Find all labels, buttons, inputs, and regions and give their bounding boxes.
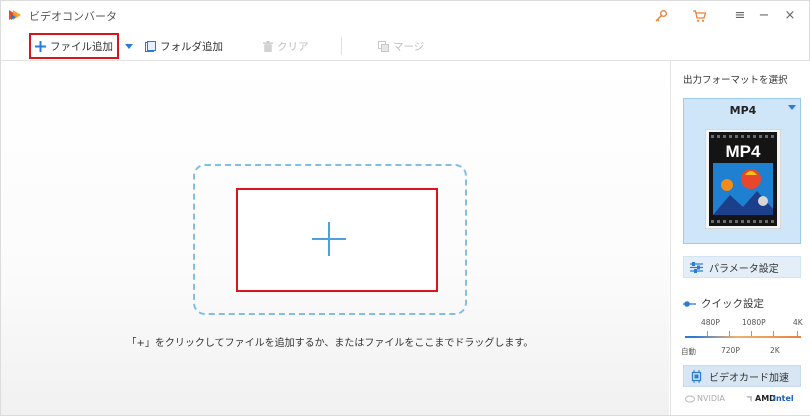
amd-arrow-icon <box>746 395 752 402</box>
gpu-acceleration-label: ビデオカード加速 <box>709 372 789 384</box>
toolbar-divider <box>341 37 342 55</box>
quality-480p: 480P <box>701 318 720 327</box>
quality-slider[interactable] <box>685 336 801 338</box>
intel-logo: Intel <box>773 394 794 403</box>
trash-icon <box>263 40 273 52</box>
add-folder-button[interactable]: フォルダ追加 <box>145 36 223 56</box>
amd-logo: AMD <box>745 394 776 403</box>
format-name: MP4 <box>729 104 757 117</box>
add-plus-icon-vertical[interactable] <box>328 222 330 256</box>
close-icon[interactable]: × <box>780 6 800 26</box>
quick-slider-icon <box>683 300 696 307</box>
chip-icon <box>691 369 702 383</box>
merge-button[interactable]: マージ <box>378 36 424 56</box>
plus-icon <box>35 40 46 52</box>
add-folder-label: フォルダ追加 <box>160 40 223 53</box>
app-window: ビデオコンバータ ≡ − × ファイル追加 フォルダ追加 クリア マージ 「+」… <box>0 0 810 416</box>
title-bar: ビデオコンバータ ≡ − × <box>1 1 809 31</box>
gpu-acceleration-button[interactable]: ビデオカード加速 <box>683 365 801 387</box>
quality-tick <box>751 331 752 336</box>
merge-icon <box>378 40 389 52</box>
drop-hint-text: 「+」をクリックしてファイルを追加するか、またはファイルをここまでドラッグします… <box>126 338 534 349</box>
output-format-label: 出力フォーマットを選択 <box>683 75 788 86</box>
quality-tick <box>773 331 774 336</box>
quality-720p: 720P <box>721 346 740 355</box>
app-title: ビデオコンバータ <box>29 10 117 23</box>
output-panel: 出力フォーマットを選択 MP4 MP4 パラメータ設定 クイック設定 480P … <box>670 61 810 415</box>
quick-settings-label: クイック設定 <box>701 298 764 310</box>
quick-settings-heading: クイック設定 <box>683 296 764 311</box>
clear-label: クリア <box>277 40 309 53</box>
mp4-icon-text: MP4 <box>726 142 762 161</box>
format-dropdown-icon[interactable] <box>788 105 796 110</box>
folder-icon <box>145 40 156 52</box>
cart-icon[interactable] <box>690 7 708 25</box>
quality-4k: 4K <box>793 318 803 327</box>
merge-label: マージ <box>393 40 425 53</box>
add-file-label: ファイル追加 <box>50 40 113 53</box>
parameter-settings-button[interactable]: パラメータ設定 <box>683 256 801 278</box>
clear-button[interactable]: クリア <box>263 36 309 56</box>
format-selector[interactable]: MP4 MP4 <box>683 98 801 244</box>
quality-2k: 2K <box>770 346 780 355</box>
quality-auto: 自動 <box>681 347 696 356</box>
quality-tick <box>729 331 730 336</box>
nvidia-logo: NVIDIA <box>685 394 725 403</box>
add-file-target[interactable] <box>236 188 438 292</box>
nvidia-eye-icon <box>685 394 695 403</box>
quality-1080p: 1080P <box>742 318 766 327</box>
file-drop-area[interactable]: 「+」をクリックしてファイルを追加するか、またはファイルをここまでドラッグします… <box>1 61 669 415</box>
add-file-button[interactable]: ファイル追加 <box>29 33 119 59</box>
app-logo-icon <box>9 10 21 20</box>
parameter-settings-label: パラメータ設定 <box>709 263 779 275</box>
key-icon[interactable] <box>652 7 670 25</box>
quality-tick <box>707 331 708 336</box>
mp4-file-icon: MP4 <box>705 129 781 229</box>
minimize-icon[interactable]: − <box>754 6 774 26</box>
menu-icon[interactable]: ≡ <box>730 6 750 26</box>
sliders-icon <box>690 261 703 273</box>
quality-tick <box>797 331 798 336</box>
add-file-dropdown-icon[interactable] <box>125 44 133 49</box>
